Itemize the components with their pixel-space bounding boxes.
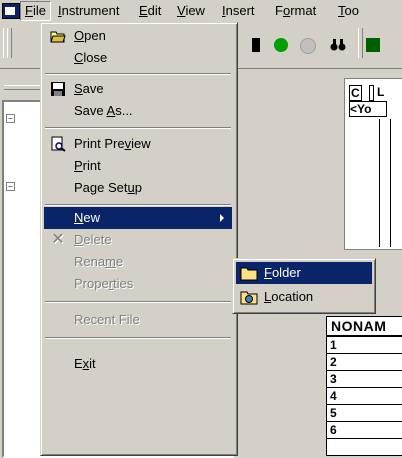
menu-tools[interactable]: Too — [334, 2, 363, 20]
menu-view[interactable]: View — [173, 2, 209, 20]
form-column — [379, 119, 391, 247]
collapse-icon[interactable]: − — [6, 114, 15, 123]
file-menu: Open Close Save Save As... Print Preview… — [40, 22, 238, 456]
folder-icon — [240, 265, 258, 281]
menu-item-folder[interactable]: Folder — [236, 262, 372, 284]
menu-item-save[interactable]: Save — [44, 78, 232, 100]
new-submenu: Folder Location — [232, 258, 376, 314]
table-row[interactable]: 4 — [327, 388, 402, 405]
menu-item-open[interactable]: Open — [44, 25, 232, 47]
stop-icon[interactable] — [300, 38, 316, 54]
menu-separator — [45, 301, 231, 303]
menu-insert[interactable]: Insert — [218, 2, 259, 20]
menu-item-new[interactable]: New — [44, 207, 232, 229]
grid-header: NONAM — [327, 317, 402, 337]
binoculars-icon[interactable] — [330, 38, 346, 52]
menu-item-page-setup[interactable]: Page Setup — [44, 177, 232, 199]
table-row[interactable]: 1 — [327, 337, 402, 354]
open-folder-icon — [50, 28, 66, 44]
menu-separator — [45, 73, 231, 75]
floppy-disk-icon — [50, 81, 66, 97]
data-grid[interactable]: NONAM 1 2 3 4 5 6 — [326, 316, 402, 456]
menu-item-delete[interactable]: ✕ Delete — [44, 229, 232, 251]
submenu-arrow-icon — [220, 214, 224, 222]
table-row[interactable]: 5 — [327, 405, 402, 422]
delete-x-icon: ✕ — [51, 231, 65, 248]
print-preview-icon — [50, 136, 66, 152]
menu-item-location[interactable]: Location — [236, 286, 372, 308]
form-divider — [369, 85, 374, 101]
green-circle-icon[interactable] — [274, 38, 288, 52]
form-label: C — [349, 85, 362, 101]
menu-item-exit[interactable]: Exit — [44, 353, 232, 375]
table-row[interactable]: 6 — [327, 422, 402, 439]
menu-item-print[interactable]: Print — [44, 155, 232, 177]
form-label: L — [377, 85, 385, 99]
toolbar-grip[interactable] — [358, 28, 363, 58]
menu-item-print-preview[interactable]: Print Preview — [44, 133, 232, 155]
menu-bar: File Instrument Edit View Insert Format … — [0, 0, 402, 23]
collapse-icon[interactable]: − — [6, 182, 15, 191]
location-icon — [240, 289, 258, 305]
table-row[interactable]: 3 — [327, 371, 402, 388]
form-area: C L <Yo — [344, 78, 402, 250]
menu-separator — [45, 127, 231, 129]
app-system-icon[interactable] — [2, 3, 20, 19]
menu-item-close[interactable]: Close — [44, 47, 232, 69]
menu-item-rename[interactable]: Rename — [44, 251, 232, 273]
menu-instrument[interactable]: Instrument — [54, 2, 123, 20]
menu-separator — [45, 337, 231, 339]
table-row[interactable]: 2 — [327, 354, 402, 371]
menu-item-save-as[interactable]: Save As... — [44, 100, 232, 122]
menu-separator — [45, 204, 231, 206]
menu-edit[interactable]: Edit — [135, 2, 165, 20]
menu-item-recent-file[interactable]: Recent File — [44, 309, 232, 331]
toolbar-grip[interactable] — [7, 28, 12, 58]
instrument-icon[interactable] — [252, 38, 260, 52]
toolbar-icon[interactable] — [366, 38, 380, 52]
menu-item-properties[interactable]: Properties — [44, 273, 232, 295]
menu-file[interactable]: File — [20, 1, 51, 21]
form-field[interactable]: <Yo — [349, 101, 387, 117]
menu-format[interactable]: Format — [271, 2, 320, 20]
